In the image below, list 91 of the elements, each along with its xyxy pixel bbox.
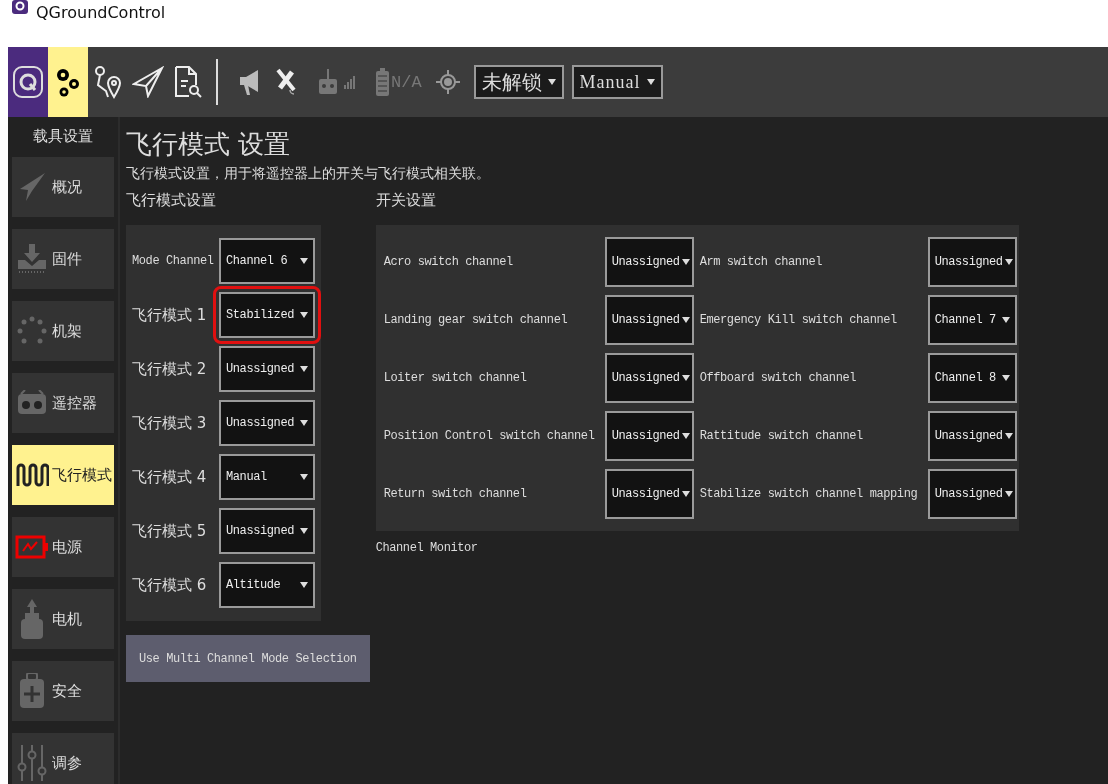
caret-icon: [300, 420, 308, 426]
field-label: Emergency Kill switch channel: [698, 313, 898, 327]
sidebar-item[interactable]: 电源: [12, 517, 114, 577]
field-label: 飞行模式 1: [132, 305, 208, 325]
gps-target-icon[interactable]: [435, 70, 460, 94]
caret-icon: [681, 317, 690, 323]
dropdown[interactable]: Unassigned: [219, 400, 315, 446]
battery-icon: [15, 535, 49, 559]
logo-icon: [12, 65, 44, 99]
battery-status: N/A: [391, 72, 422, 92]
caret-icon: [646, 79, 655, 85]
dropdown[interactable]: Manual: [219, 454, 315, 500]
window-title: QGroundControl: [36, 4, 166, 22]
dropdown[interactable]: Unassigned: [604, 411, 694, 461]
sidebar-item[interactable]: 调参: [12, 733, 114, 784]
paper-plane-icon: [132, 66, 164, 98]
route-icon: [94, 65, 122, 99]
paper-plane-icon: [18, 171, 46, 203]
field-label: Loiter switch channel: [382, 371, 528, 385]
caret-icon: [300, 258, 308, 264]
caret-icon: [681, 375, 690, 381]
caret-icon: [1001, 375, 1010, 381]
sidebar-item[interactable]: 飞行模式: [12, 445, 114, 505]
dropdown[interactable]: Stabilized: [219, 292, 315, 338]
caret-icon: [1004, 433, 1013, 439]
caret-icon: [300, 582, 308, 588]
dropdown[interactable]: Unassigned: [927, 411, 1017, 461]
dropdown[interactable]: Channel 6: [219, 238, 315, 284]
sidebar-item[interactable]: 安全: [12, 661, 114, 721]
field-label: 飞行模式 2: [132, 359, 208, 379]
field-label: Stabilize switch channel mapping: [698, 487, 919, 501]
caret-icon: [681, 259, 690, 265]
caret-icon: [1004, 491, 1013, 497]
dots-ring-icon: [17, 316, 47, 346]
field-label: Arm switch channel: [698, 255, 824, 269]
page-description: 飞行模式设置，用于将遥控器上的开关与飞行模式相关联。: [126, 165, 491, 183]
multi-channel-button[interactable]: Use Multi Channel Mode Selection: [126, 635, 370, 682]
first-aid-kit-icon: [19, 673, 45, 709]
flight-mode-dropdown[interactable]: Manual: [571, 65, 663, 99]
remote-control-icon[interactable]: [318, 69, 338, 95]
field-label: 飞行模式 3: [132, 413, 208, 433]
caret-icon: [300, 312, 308, 318]
field-label: Rattitude switch channel: [698, 429, 864, 443]
sidebar-heading: 载具设置: [32, 126, 94, 147]
field-label: Acro switch channel: [382, 255, 514, 269]
field-label: Return switch channel: [382, 487, 528, 501]
motor-icon: [19, 599, 45, 639]
dropdown[interactable]: Unassigned: [604, 237, 694, 287]
section-heading: 开关设置: [375, 191, 437, 211]
arm-state-dropdown[interactable]: 未解锁: [473, 65, 564, 99]
dropdown[interactable]: Channel 8: [927, 353, 1017, 403]
dropdown[interactable]: Altitude: [219, 562, 315, 608]
dropdown[interactable]: Unassigned: [604, 469, 694, 519]
field-label: Landing gear switch channel: [382, 313, 569, 327]
caret-icon: [681, 491, 690, 497]
dropdown[interactable]: Unassigned: [219, 508, 315, 554]
field-label: 飞行模式 5: [132, 521, 208, 541]
channel-monitor-label: Channel Monitor: [375, 541, 479, 555]
caret-icon: [681, 433, 690, 439]
dropdown[interactable]: Unassigned: [604, 353, 694, 403]
sidebar-item[interactable]: 概况: [12, 157, 114, 217]
caret-icon: [300, 474, 308, 480]
caret-icon: [1001, 317, 1010, 323]
sidebar-item[interactable]: 固件: [12, 229, 114, 289]
dropdown[interactable]: Channel 7: [927, 295, 1017, 345]
dropdown[interactable]: Unassigned: [604, 295, 694, 345]
field-label: Offboard switch channel: [698, 371, 858, 385]
signal-strength-icon: [344, 75, 356, 89]
caret-icon: [300, 528, 308, 534]
caret-icon: [1004, 259, 1013, 265]
caret-icon: [547, 79, 556, 85]
sidebar-item[interactable]: 机架: [12, 301, 114, 361]
sidebar-item[interactable]: 遥控器: [12, 373, 114, 433]
field-label: Position Control switch channel: [382, 429, 596, 443]
field-label: 飞行模式 4: [132, 467, 208, 487]
sliders-icon: [17, 745, 47, 781]
caret-icon: [300, 366, 308, 372]
sidebar-item[interactable]: 电机: [12, 589, 114, 649]
app-logo-button[interactable]: [8, 47, 48, 117]
field-label: 飞行模式 6: [132, 575, 208, 595]
battery-icon[interactable]: [376, 68, 389, 96]
remote-control-icon: [17, 390, 47, 416]
download-icon: [17, 244, 47, 274]
dropdown[interactable]: Unassigned: [927, 237, 1017, 287]
section-heading: 飞行模式设置: [126, 191, 217, 211]
document-search-icon: [173, 65, 203, 99]
dropdown[interactable]: Unassigned: [927, 469, 1017, 519]
wave-icon: [15, 462, 49, 488]
page-title: 飞行模式 设置: [126, 128, 292, 161]
dropdown[interactable]: Unassigned: [219, 346, 315, 392]
field-label: Mode Channel: [132, 254, 215, 268]
